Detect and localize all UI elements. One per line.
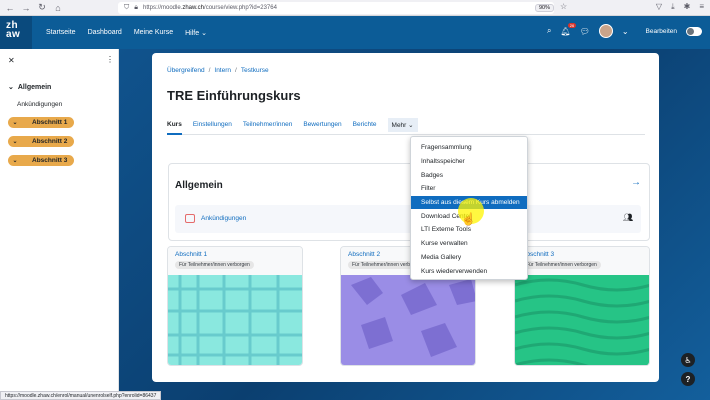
arrow-right-icon[interactable]: → bbox=[631, 177, 641, 188]
drawer-section-label: Abschnitt 2 bbox=[32, 138, 68, 145]
drawer-section-label: Abschnitt 3 bbox=[32, 157, 68, 164]
drawer-section-label: Abschnitt 1 bbox=[32, 119, 68, 126]
browser-toolbar: ← → ↻ ⌂ ⛉ 🔒︎ https://moodle. zhaw.ch/cour… bbox=[0, 0, 710, 16]
edit-mode-label: Bearbeiten bbox=[645, 27, 677, 35]
nav-hilfe-label: Hilfe bbox=[185, 29, 200, 37]
breadcrumb-item[interactable]: Testkurse bbox=[241, 67, 269, 74]
breadcrumb-separator: / bbox=[235, 67, 237, 74]
chevron-down-icon: ⌄ bbox=[201, 29, 207, 37]
menu-item-fragensammlung[interactable]: Fragensammlung bbox=[411, 141, 527, 155]
status-bar-url: https://moodle.zhaw.ch/enrol/manual/unen… bbox=[0, 391, 162, 400]
nav-startseite[interactable]: Startseite bbox=[46, 29, 76, 36]
forum-icon bbox=[185, 214, 195, 223]
breadcrumb-item[interactable]: Übergreifend bbox=[167, 67, 205, 74]
breadcrumb-separator: / bbox=[208, 67, 211, 74]
menu-item-filter[interactable]: Filter bbox=[411, 182, 527, 196]
page-title: TRE Einführungskurs bbox=[167, 88, 301, 103]
edit-mode-toggle[interactable] bbox=[686, 26, 702, 36]
tab-kurs[interactable]: Kurs bbox=[167, 121, 182, 135]
drawer-item-section-1[interactable]: ⌄ Abschnitt 1 bbox=[8, 117, 74, 128]
home-icon[interactable]: ⌂ bbox=[52, 2, 64, 14]
close-icon[interactable]: ✕ bbox=[8, 56, 15, 65]
chevron-right-icon: ⌄ bbox=[12, 139, 18, 145]
chevron-right-icon: ⌄ bbox=[12, 158, 18, 164]
menu-item-media-gallery[interactable]: Media Gallery bbox=[411, 251, 527, 265]
url-path: /course/view.php?id=23764 bbox=[204, 5, 277, 11]
section-card-3[interactable]: Abschnitt 3 Für Teilnehmer/innen verborg… bbox=[514, 246, 650, 366]
search-icon[interactable]: ⌕ bbox=[547, 26, 551, 36]
course-index-drawer: ✕ ⋮ ⌄ Allgemein Ankündigungen ⌄ Abschnit… bbox=[0, 49, 119, 400]
menu-item-badges[interactable]: Badges bbox=[411, 168, 527, 182]
url-domain: zhaw.ch bbox=[182, 5, 205, 11]
logo-bottom: aw bbox=[6, 29, 21, 40]
nav-hilfe[interactable]: Hilfe ⌄ bbox=[185, 29, 207, 37]
notification-count-badge: 26 bbox=[568, 22, 576, 28]
tab-einstellungen[interactable]: Einstellungen bbox=[193, 121, 232, 128]
pocket-icon[interactable]: ▽ bbox=[656, 2, 662, 12]
general-section: Allgemein → Ankündigungen 👥︎ bbox=[168, 163, 650, 241]
zhaw-logo[interactable]: zh aw bbox=[0, 16, 32, 49]
announcements-activity[interactable]: Ankündigungen 👥︎ bbox=[175, 205, 641, 233]
tab-teilnehmer[interactable]: Teilnehmer/innen bbox=[243, 121, 293, 128]
drawer-general-label: Allgemein bbox=[17, 83, 52, 91]
extensions-icon[interactable]: ✱ bbox=[684, 2, 691, 12]
section-image bbox=[341, 275, 475, 365]
help-icon[interactable]: ? bbox=[681, 372, 695, 386]
lock-icon[interactable]: 🔒︎ bbox=[134, 4, 138, 12]
tab-mehr-label: Mehr bbox=[391, 121, 407, 129]
url-prefix: https://moodle. bbox=[142, 5, 183, 11]
nav-meine-kurse[interactable]: Meine Kurse bbox=[134, 29, 173, 36]
announcements-link[interactable]: Ankündigungen bbox=[201, 215, 246, 222]
menu-item-kurse-verwalten[interactable]: Kurse verwalten bbox=[411, 237, 527, 251]
tab-bewertungen[interactable]: Bewertungen bbox=[303, 121, 341, 128]
messages-icon[interactable]: 💬︎ bbox=[580, 27, 590, 36]
section-image bbox=[515, 275, 649, 365]
notifications-button[interactable]: 🔔︎ 26 bbox=[560, 22, 576, 36]
chevron-down-icon: ⌄ bbox=[8, 84, 14, 91]
drawer-item-section-3[interactable]: ⌄ Abschnitt 3 bbox=[8, 155, 74, 166]
nav-dashboard[interactable]: Dashboard bbox=[88, 29, 122, 36]
tab-berichte[interactable]: Berichte bbox=[353, 121, 377, 128]
browser-actions: ▽ ⤓ ✱ ≡ bbox=[656, 2, 704, 12]
section-card-header: Abschnitt 3 Für Teilnehmer/innen verborg… bbox=[515, 247, 649, 275]
bookmark-star-icon[interactable]: ☆ bbox=[560, 2, 567, 11]
menu-icon[interactable]: ≡ bbox=[699, 2, 704, 12]
course-content-card: Übergreifend / Intern / Testkurse TRE Ei… bbox=[152, 53, 659, 382]
hand-cursor-icon: ☝ bbox=[461, 212, 476, 226]
section-name[interactable]: Abschnitt 3 bbox=[522, 251, 642, 258]
back-icon[interactable]: ← bbox=[4, 2, 16, 14]
site-navbar: zh aw Startseite Dashboard Meine Kurse H… bbox=[0, 16, 710, 49]
section-image bbox=[168, 275, 302, 365]
accessibility-icon[interactable]: ♿︎ bbox=[681, 353, 695, 367]
breadcrumb: Übergreifend / Intern / Testkurse bbox=[167, 67, 269, 74]
bell-icon: 🔔︎ bbox=[560, 26, 571, 36]
section-card-1[interactable]: Abschnitt 1 Für Teilnehmer/innen verborg… bbox=[167, 246, 303, 366]
hidden-badge: Für Teilnehmer/innen verborgen bbox=[175, 261, 254, 269]
shield-icon[interactable]: ⛉ bbox=[124, 4, 129, 12]
section-card-header: Abschnitt 1 Für Teilnehmer/innen verborg… bbox=[168, 247, 302, 275]
drawer-item-announcements[interactable]: Ankündigungen bbox=[17, 101, 62, 108]
user-menu-chevron-icon[interactable]: ⌄ bbox=[622, 27, 629, 36]
reload-icon[interactable]: ↻ bbox=[36, 2, 48, 14]
menu-item-inhaltsspeicher[interactable]: Inhaltsspeicher bbox=[411, 155, 527, 169]
hidden-badge: Für Teilnehmer/innen verborgen bbox=[522, 261, 601, 269]
chevron-right-icon: ⌄ bbox=[12, 120, 18, 126]
zoom-level[interactable]: 90% bbox=[535, 4, 555, 12]
course-tabs: Kurs Einstellungen Teilnehmer/innen Bewe… bbox=[167, 115, 645, 135]
user-avatar[interactable] bbox=[598, 24, 613, 38]
navbar-user-area: ⌕ 🔔︎ 26 💬︎ ⌄ Bearbeiten bbox=[547, 22, 702, 38]
drawer-item-section-2[interactable]: ⌄ Abschnitt 2 bbox=[8, 136, 74, 147]
download-icon[interactable]: ⤓ bbox=[671, 2, 675, 12]
menu-item-kurs-wiederverwenden[interactable]: Kurs wiederverwenden bbox=[411, 264, 527, 278]
drawer-item-general[interactable]: ⌄ Allgemein bbox=[8, 83, 52, 92]
breadcrumb-item[interactable]: Intern bbox=[214, 67, 231, 74]
chevron-down-icon: ⌄ bbox=[408, 121, 414, 129]
section-name[interactable]: Abschnitt 1 bbox=[175, 251, 295, 258]
address-bar[interactable]: ⛉ 🔒︎ https://moodle. zhaw.ch/course/view.… bbox=[118, 2, 554, 14]
more-options-icon[interactable]: ⋮ bbox=[106, 55, 114, 64]
forward-icon[interactable]: → bbox=[20, 2, 32, 14]
group-mode-icon: 👥︎ bbox=[623, 213, 634, 222]
tab-mehr[interactable]: Mehr ⌄ bbox=[387, 117, 418, 132]
general-section-title: Allgemein bbox=[175, 180, 223, 191]
